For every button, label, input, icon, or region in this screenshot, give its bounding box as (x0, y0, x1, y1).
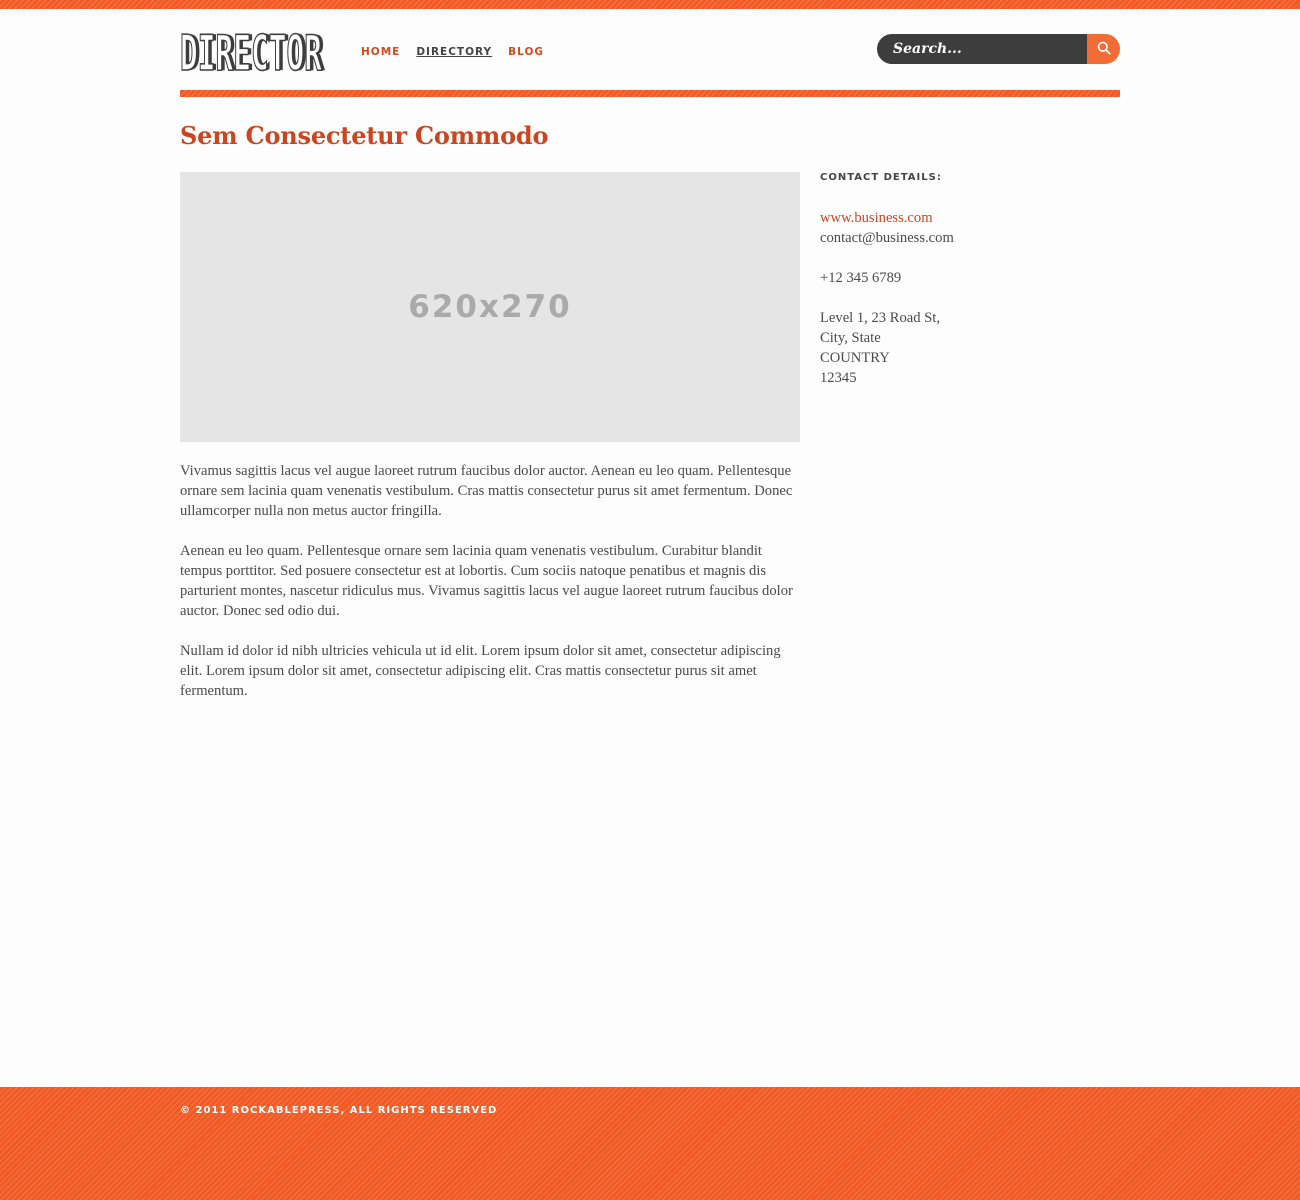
search-icon (1097, 40, 1111, 59)
search-bar (877, 34, 1120, 64)
search-input[interactable] (877, 34, 1087, 64)
image-placeholder: 620x270 (180, 172, 800, 442)
image-placeholder-label: 620x270 (408, 289, 572, 325)
nav-home[interactable]: HOME (361, 46, 400, 58)
contact-phone: +12 345 6789 (820, 270, 902, 286)
article-paragraph: Aenean eu leo quam. Pellentesque ornare … (180, 543, 793, 619)
contact-details: www.business.com contact@business.com +1… (820, 208, 1120, 388)
nav-directory[interactable]: DIRECTORY (416, 46, 492, 58)
address-line: 12345 (820, 370, 857, 386)
article-paragraph: Nullam id dolor id nibh ultricies vehicu… (180, 643, 781, 699)
page-title: Sem Consectetur Commodo (180, 121, 549, 150)
article-body: Vivamus sagittis lacus vel augue laoreet… (180, 461, 805, 721)
contact-heading: CONTACT DETAILS: (820, 172, 942, 183)
address-line: City, State (820, 330, 881, 346)
footer-copyright: © 2011 ROCKABLEPRESS, ALL RIGHTS RESERVE… (180, 1105, 498, 1116)
address-line: Level 1, 23 Road St, (820, 310, 940, 326)
contact-email: contact@business.com (820, 230, 954, 246)
footer: © 2011 ROCKABLEPRESS, ALL RIGHTS RESERVE… (0, 1087, 1300, 1200)
top-stripe (0, 0, 1300, 9)
logo-graphic: DIRECTOR DIRECTOR (179, 24, 325, 83)
contact-address: Level 1, 23 Road St, City, State COUNTRY… (820, 308, 1120, 388)
site-logo[interactable]: DIRECTOR DIRECTOR (179, 24, 325, 83)
search-button[interactable] (1087, 34, 1120, 64)
address-line: COUNTRY (820, 350, 890, 366)
website-link[interactable]: www.business.com (820, 210, 933, 226)
sidebar: CONTACT DETAILS: www.business.com contac… (820, 172, 1120, 408)
main-nav: HOME DIRECTORY BLOG (361, 46, 544, 58)
logo-text: DIRECTOR (180, 26, 322, 72)
nav-blog[interactable]: BLOG (508, 46, 544, 58)
header-divider (180, 90, 1120, 97)
article-paragraph: Vivamus sagittis lacus vel augue laoreet… (180, 463, 793, 519)
